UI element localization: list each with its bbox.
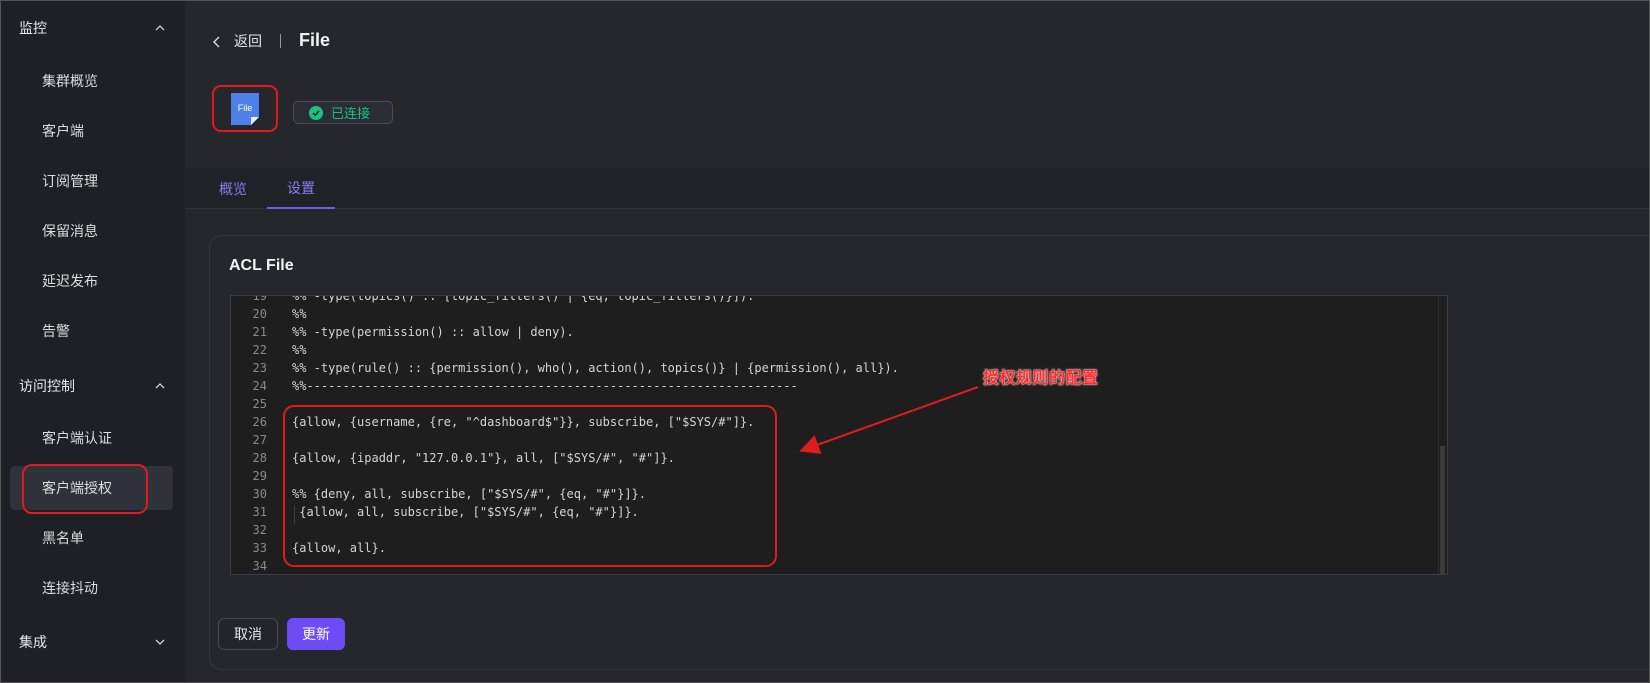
code-line[interactable]: {allow, all, subscribe, ["$SYS/#", {eq, … [292,503,639,521]
code-line[interactable]: %% -type(topics() :: [topic_filters() | … [292,296,754,305]
update-button[interactable]: 更新 [287,618,345,650]
tab-bar: 概览 设置 [185,168,1650,209]
svg-text:File: File [238,103,253,113]
vertical-scrollbar[interactable] [1440,446,1445,574]
sidebar-item-label: 告警 [42,324,70,340]
file-icon: File [231,92,259,125]
sidebar-item-authorization[interactable]: 客户端授权 [10,466,173,510]
sidebar-item-label: 黑名单 [42,531,84,547]
line-number: 32 [252,523,267,537]
sidebar-group-label: 集成 [19,635,47,651]
line-number: 22 [252,343,267,357]
sidebar-item-label: 客户端授权 [42,481,112,497]
code-line[interactable]: %% [292,341,306,359]
sidebar-item-alarms[interactable]: 告警 [0,309,185,353]
tab-overview[interactable]: 概览 [209,168,257,209]
sidebar-item-label: 延迟发布 [42,274,98,290]
line-number: 33 [252,541,267,555]
chevron-up-icon [155,23,165,33]
code-line[interactable]: %% -type(rule() :: {permission(), who(),… [292,359,899,377]
sidebar-item-label: 保留消息 [42,224,98,240]
page-title: File [299,30,331,50]
sidebar-group-integration[interactable]: 集成 [0,622,185,662]
scrollbar-track [1438,296,1439,574]
sidebar-item-authentication[interactable]: 客户端认证 [0,416,185,460]
annotation-label: 授权规则的配置 [983,368,1099,387]
line-number: 23 [252,361,267,375]
line-number: 21 [252,325,267,339]
breadcrumb: 返回 File [210,30,330,51]
line-number: 26 [252,415,267,429]
tab-settings[interactable]: 设置 [267,168,335,209]
code-line[interactable]: {allow, {ipaddr, "127.0.0.1"}, all, ["$S… [292,449,675,467]
code-line[interactable]: {allow, {username, {re, "^dashboard$"}},… [292,413,754,431]
sidebar-item-delayed-publish[interactable]: 延迟发布 [0,259,185,303]
line-number: 19 [252,295,267,303]
sidebar-item-blacklist[interactable]: 黑名单 [0,516,185,560]
sidebar-group-access-control[interactable]: 访问控制 [0,366,185,406]
sidebar-item-cluster-overview[interactable]: 集群概览 [0,59,185,103]
chevron-left-icon[interactable] [210,34,224,48]
sidebar-group-monitor[interactable]: 监控 [0,8,185,48]
line-number: 27 [252,433,267,447]
line-number: 29 [252,469,267,483]
sidebar-item-clients[interactable]: 客户端 [0,109,185,153]
sidebar-item-label: 客户端认证 [42,431,112,447]
sidebar: 监控 集群概览 客户端 订阅管理 保留消息 延迟发布 告警 访问控制 客户端认证… [0,0,185,683]
line-number: 30 [252,487,267,501]
code-line[interactable]: %% {deny, all, subscribe, ["$SYS/#", {eq… [292,485,646,503]
sidebar-item-retained[interactable]: 保留消息 [0,209,185,253]
sidebar-item-subscriptions[interactable]: 订阅管理 [0,159,185,203]
sidebar-group-label: 监控 [19,21,47,37]
sidebar-item-label: 客户端 [42,124,84,140]
code-line[interactable]: %% [292,305,306,323]
line-number: 25 [252,397,267,411]
tab-label: 概览 [219,181,247,198]
code-editor[interactable]: 19 %% -type(topics() :: [topic_filters() … [230,295,1448,575]
main-content: 返回 File File 已连接 概览 设置 ACL File 19 %% -t… [185,0,1650,683]
back-link[interactable]: 返回 [234,31,262,51]
check-circle-icon [309,105,323,120]
line-number: 20 [252,307,267,321]
line-number: 28 [252,451,267,465]
page-header: 返回 File File 已连接 [185,0,1650,168]
sidebar-item-flapping[interactable]: 连接抖动 [0,566,185,610]
line-number: 24 [252,379,267,393]
sidebar-item-label: 连接抖动 [42,581,98,597]
file-icon-highlight: File [212,85,278,132]
card-title: ACL File [229,257,294,274]
status-badge: 已连接 [293,101,393,124]
line-number: 34 [252,559,267,573]
acl-file-card: ACL File 19 %% -type(topics() :: [topic_f… [209,235,1650,670]
status-label: 已连接 [331,107,371,122]
sidebar-group-label: 访问控制 [19,379,75,395]
cancel-button[interactable]: 取消 [218,618,278,650]
sidebar-item-label: 订阅管理 [42,174,98,190]
chevron-down-icon [155,637,165,647]
code-line[interactable]: %%--------------------------------------… [292,377,798,395]
divider [280,33,281,48]
tab-label: 设置 [287,180,315,197]
code-line[interactable]: {allow, all}. [292,539,386,557]
code-line[interactable]: %% -type(permission() :: allow | deny). [292,323,574,341]
sidebar-item-label: 集群概览 [42,74,98,90]
line-number: 31 [252,505,267,519]
chevron-up-icon [155,381,165,391]
indent-guide [294,506,295,524]
